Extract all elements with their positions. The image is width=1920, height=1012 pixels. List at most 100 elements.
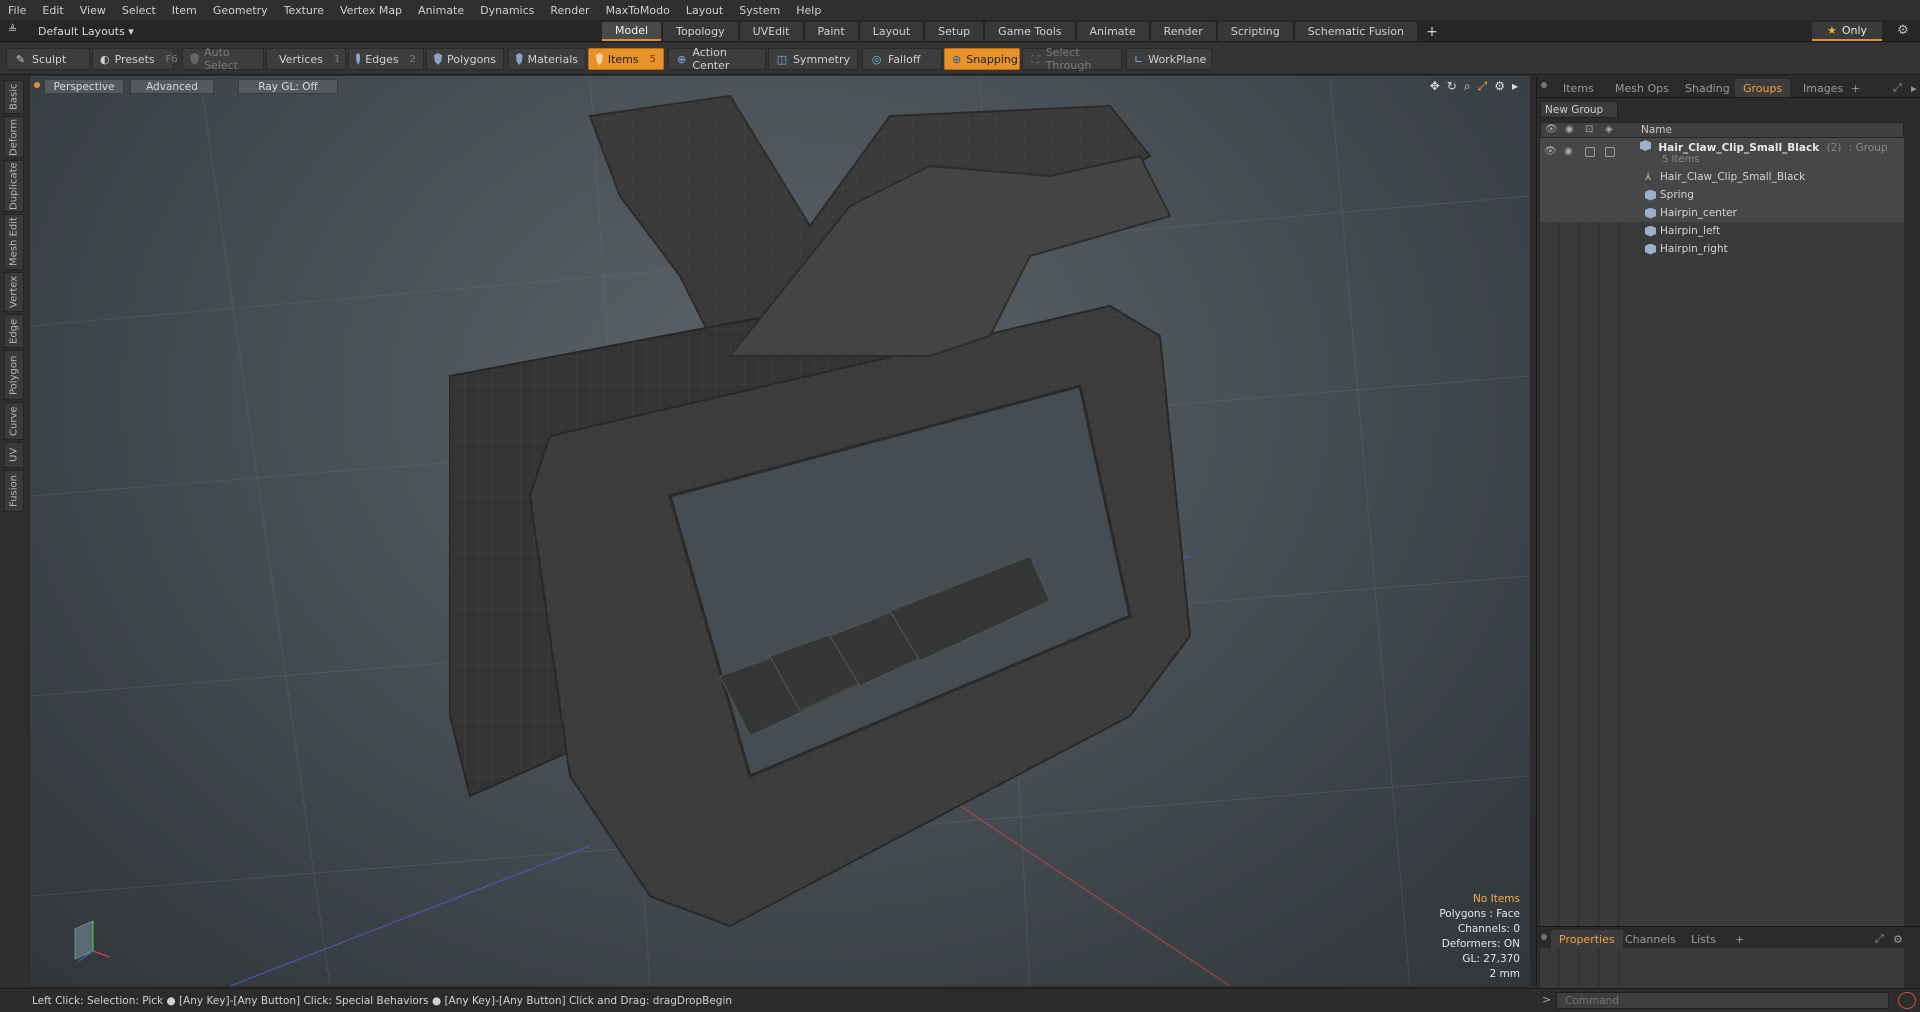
select-through-button[interactable]: ⛶ Select Through <box>1022 46 1122 72</box>
menu-select[interactable]: Select <box>114 4 164 17</box>
visibility-col-icon[interactable]: 👁 <box>1545 124 1558 135</box>
menu-help[interactable]: Help <box>788 4 829 17</box>
zoom-view-icon[interactable]: ⌕ <box>1464 79 1471 94</box>
panel-menu-icon[interactable] <box>1541 82 1547 88</box>
menu-dynamics[interactable]: Dynamics <box>472 4 542 17</box>
materials-button[interactable]: Materials <box>508 48 586 70</box>
tab-properties[interactable]: Properties <box>1551 930 1623 948</box>
vtab-mesh-edit[interactable]: Mesh Edit <box>4 214 24 270</box>
command-input[interactable] <box>1556 992 1889 1009</box>
tab-paint[interactable]: Paint <box>804 22 858 41</box>
tab-mesh-ops[interactable]: Mesh Ops <box>1607 79 1677 97</box>
tab-lists[interactable]: Lists <box>1683 930 1724 948</box>
3d-viewport[interactable]: Perspective Advanced Ray GL: Off ✥ ↻ ⌕ ⤢… <box>30 76 1530 986</box>
command-history-button[interactable] <box>1898 992 1916 1009</box>
tab-setup[interactable]: Setup <box>925 22 984 41</box>
panel-arrow-icon[interactable]: ▸ <box>1903 79 1920 97</box>
menu-animate[interactable]: Animate <box>410 4 472 17</box>
collapse-icon[interactable]: ≜ <box>8 23 22 37</box>
groups-scrollbar[interactable] <box>1910 122 1920 822</box>
workplane-button[interactable]: ∟ WorkPlane <box>1126 48 1212 70</box>
select-checkbox[interactable] <box>1605 147 1615 157</box>
viewport-menu-icon[interactable] <box>34 82 40 88</box>
menu-edit[interactable]: Edit <box>34 4 71 17</box>
group-row[interactable]: 👁 ◉ Hair_Claw_Clip_Small_Black (2) : Gro… <box>1540 138 1904 168</box>
vtab-duplicate[interactable]: Duplicate <box>4 160 24 212</box>
action-center-button[interactable]: ⊕ Action Center <box>668 46 766 72</box>
fit-view-icon[interactable]: ⤢ <box>1478 79 1488 94</box>
list-item[interactable]: Spring <box>1540 186 1904 204</box>
edges-button[interactable]: Edges 2 <box>348 48 424 70</box>
group-name: Hair_Claw_Clip_Small_Black <box>1658 142 1820 154</box>
vertices-button[interactable]: Vertices 1 <box>266 48 346 70</box>
render-toggle-icon[interactable]: ◉ <box>1564 146 1573 157</box>
vtab-polygon[interactable]: Polygon <box>4 350 24 400</box>
menu-view[interactable]: View <box>72 4 114 17</box>
symmetry-button[interactable]: ◫ Symmetry <box>768 48 858 70</box>
tab-schematic-fusion[interactable]: Schematic Fusion <box>1294 22 1418 41</box>
name-column-header[interactable]: Name <box>1641 124 1672 136</box>
tab-topology[interactable]: Topology <box>663 22 738 41</box>
add-tab-icon[interactable]: + <box>1419 22 1445 41</box>
tab-channels[interactable]: Channels <box>1617 930 1684 948</box>
tab-shading[interactable]: Shading <box>1677 79 1738 97</box>
tab-model[interactable]: Model <box>602 22 662 41</box>
list-item[interactable]: Hairpin_right <box>1540 240 1904 258</box>
menu-maxtomodo[interactable]: MaxToModo <box>598 4 678 17</box>
vtab-deform[interactable]: Deform <box>4 116 24 158</box>
tab-game-tools[interactable]: Game Tools <box>985 22 1075 41</box>
vtab-uv[interactable]: UV <box>4 442 24 468</box>
bottom-panel-menu-icon[interactable] <box>1541 934 1547 940</box>
vtab-fusion[interactable]: Fusion <box>4 470 24 512</box>
bottom-gear-icon[interactable]: ⚙ <box>1885 930 1911 948</box>
tab-items[interactable]: Items <box>1555 79 1602 97</box>
tab-scripting[interactable]: Scripting <box>1217 22 1293 41</box>
new-group-button[interactable]: New Group <box>1540 101 1618 118</box>
polygons-button[interactable]: Polygons <box>426 48 504 70</box>
menu-layout[interactable]: Layout <box>678 4 731 17</box>
menu-system[interactable]: System <box>731 4 788 17</box>
select-col-icon[interactable]: ◈ <box>1605 124 1613 135</box>
viewport-gear-icon[interactable]: ⚙ <box>1494 79 1505 94</box>
menu-texture[interactable]: Texture <box>276 4 332 17</box>
gear-icon[interactable]: ⚙ <box>1894 23 1912 41</box>
menu-file[interactable]: File <box>0 4 34 17</box>
only-button[interactable]: ★ Only <box>1812 22 1882 41</box>
lock-checkbox[interactable] <box>1585 147 1595 157</box>
vtab-curve[interactable]: Curve <box>4 402 24 440</box>
expand-arrow-icon[interactable]: ▸ <box>1512 79 1518 94</box>
presets-button[interactable]: ◐ Presets F6 <box>92 48 178 70</box>
add-panel-tab-icon[interactable]: + <box>1843 79 1868 97</box>
falloff-button[interactable]: ◎ Falloff <box>862 48 942 70</box>
render-col-icon[interactable]: ◉ <box>1565 124 1574 135</box>
tab-layout[interactable]: Layout <box>859 22 924 41</box>
tab-uvedit[interactable]: UVEdit <box>739 22 803 41</box>
menu-item[interactable]: Item <box>164 4 205 17</box>
vtab-basic[interactable]: Basic <box>4 80 24 114</box>
perspective-dropdown[interactable]: Perspective <box>44 79 124 94</box>
layout-dropdown[interactable]: Default Layouts ▾ <box>28 22 144 40</box>
menu-render[interactable]: Render <box>542 4 597 17</box>
group-count: (2) <box>1826 142 1842 154</box>
auto-select-button[interactable]: Auto Select <box>182 46 264 72</box>
list-item[interactable]: Hairpin_center <box>1540 204 1904 222</box>
tab-animate[interactable]: Animate <box>1076 22 1149 41</box>
move-view-icon[interactable]: ✥ <box>1430 79 1440 94</box>
shading-dropdown[interactable]: Advanced <box>130 79 214 94</box>
tab-groups[interactable]: Groups <box>1735 79 1791 97</box>
add-bottom-tab-icon[interactable]: + <box>1727 930 1752 948</box>
visibility-toggle-icon[interactable]: 👁 <box>1544 146 1557 157</box>
items-button[interactable]: Items 5 <box>588 48 664 70</box>
rotate-view-icon[interactable]: ↻ <box>1447 79 1457 94</box>
vtab-edge[interactable]: Edge <box>4 314 24 348</box>
tab-render[interactable]: Render <box>1150 22 1216 41</box>
menu-geometry[interactable]: Geometry <box>205 4 276 17</box>
lock-col-icon[interactable]: ⊡ <box>1585 124 1593 135</box>
list-item[interactable]: ⅄ Hair_Claw_Clip_Small_Black <box>1540 168 1904 186</box>
sculpt-button[interactable]: ✎ Sculpt <box>6 48 90 70</box>
menu-vertex-map[interactable]: Vertex Map <box>332 4 410 17</box>
snapping-button[interactable]: ⊕ Snapping <box>944 48 1020 70</box>
list-item[interactable]: Hairpin_left <box>1540 222 1904 240</box>
raygl-dropdown[interactable]: Ray GL: Off <box>238 79 338 94</box>
vtab-vertex[interactable]: Vertex <box>4 272 24 312</box>
